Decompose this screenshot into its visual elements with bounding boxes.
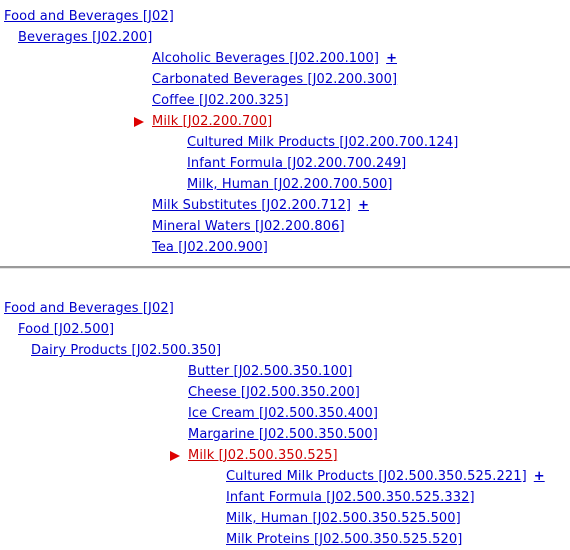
tree-node-link[interactable]: Cheese [J02.500.350.200] [188, 385, 360, 400]
tree-node-link[interactable]: Carbonated Beverages [J02.200.300] [152, 72, 397, 87]
tree-node: Cheese [J02.500.350.200] [188, 382, 360, 403]
tree-node: Milk, Human [J02.500.350.525.500] [226, 508, 461, 529]
tree-node-link[interactable]: Infant Formula [J02.500.350.525.332] [226, 490, 475, 505]
expand-node-plus-icon[interactable]: + [358, 198, 369, 213]
tree-node-link[interactable]: Mineral Waters [J02.200.806] [152, 219, 345, 234]
tree-node-link[interactable]: Infant Formula [J02.200.700.249] [187, 156, 406, 171]
tree-node-link[interactable]: Milk, Human [J02.500.350.525.500] [226, 511, 461, 526]
tree-node: Cultured Milk Products [J02.200.700.124] [187, 132, 458, 153]
tree-node: Milk [J02.200.700] [134, 111, 272, 132]
tree-node-link[interactable]: Cultured Milk Products [J02.200.700.124] [187, 135, 458, 150]
tree-block-2: Food and Beverages [J02] Food [J02.500] Da… [0, 291, 570, 550]
tree-row: Milk Substitutes [J02.200.712] + [0, 195, 570, 216]
tree-node: Milk, Human [J02.200.700.500] [187, 174, 393, 195]
tree-row: Milk Proteins [J02.500.350.525.520] [0, 529, 570, 550]
tree-node: Dairy Products [J02.500.350] [31, 340, 221, 361]
tree-row: Milk [J02.200.700] [0, 111, 570, 132]
tree-node: Alcoholic Beverages [J02.200.100] + [152, 48, 397, 69]
tree-row: Infant Formula [J02.500.350.525.332] [0, 487, 570, 508]
tree-node: Food and Beverages [J02] [4, 6, 174, 27]
tree-row: Margarine [J02.500.350.500] [0, 424, 570, 445]
tree-node-link[interactable]: Coffee [J02.200.325] [152, 93, 289, 108]
tree-row: Milk, Human [J02.200.700.500] [0, 174, 570, 195]
tree-node-link[interactable]: Butter [J02.500.350.100] [188, 364, 353, 379]
tree-row: Milk [J02.500.350.525] [0, 445, 570, 466]
tree-node: Butter [J02.500.350.100] [188, 361, 353, 382]
tree-row: Infant Formula [J02.200.700.249] [0, 153, 570, 174]
tree-block-1: Food and Beverages [J02] Beverages [J02.2… [0, 0, 570, 258]
tree-node-link[interactable]: Tea [J02.200.900] [152, 240, 268, 255]
tree-node: Carbonated Beverages [J02.200.300] [152, 69, 397, 90]
tree-row: Dairy Products [J02.500.350] [0, 340, 570, 361]
tree-node-link[interactable]: Ice Cream [J02.500.350.400] [188, 406, 378, 421]
tree-row: Tea [J02.200.900] [0, 237, 570, 258]
tree-node-link[interactable]: Dairy Products [J02.500.350] [31, 343, 221, 358]
divider-spacer [0, 269, 570, 291]
tree-row: Cultured Milk Products [J02.200.700.124] [0, 132, 570, 153]
tree-node: Beverages [J02.200] [18, 27, 152, 48]
tree-node: Margarine [J02.500.350.500] [188, 424, 378, 445]
tree-node-link-current[interactable]: Milk [J02.500.350.525] [188, 448, 338, 463]
tree-row: Cheese [J02.500.350.200] [0, 382, 570, 403]
tree-node: Milk Proteins [J02.500.350.525.520] [226, 529, 462, 550]
tree-node: Food and Beverages [J02] [4, 298, 174, 319]
tree-node-link[interactable]: Alcoholic Beverages [J02.200.100] [152, 51, 379, 66]
tree-node: Mineral Waters [J02.200.806] [152, 216, 345, 237]
tree-row: Butter [J02.500.350.100] [0, 361, 570, 382]
tree-node: Milk [J02.500.350.525] [170, 445, 338, 466]
tree-node-link[interactable]: Food [J02.500] [18, 322, 114, 337]
tree-row: Coffee [J02.200.325] [0, 90, 570, 111]
tree-node: Milk Substitutes [J02.200.712] + [152, 195, 369, 216]
tree-row: Milk, Human [J02.500.350.525.500] [0, 508, 570, 529]
tree-node-link[interactable]: Food and Beverages [J02] [4, 9, 174, 24]
tree-row: Food and Beverages [J02] [0, 298, 570, 319]
tree-row: Cultured Milk Products [J02.500.350.525.… [0, 466, 570, 487]
tree-node-link[interactable]: Milk Proteins [J02.500.350.525.520] [226, 532, 462, 547]
expand-node-plus-icon[interactable]: + [386, 51, 397, 66]
tree-node: Infant Formula [J02.500.350.525.332] [226, 487, 475, 508]
tree-node: Ice Cream [J02.500.350.400] [188, 403, 378, 424]
tree-node: Infant Formula [J02.200.700.249] [187, 153, 406, 174]
tree-node-link[interactable]: Cultured Milk Products [J02.500.350.525.… [226, 469, 527, 484]
tree-row: Mineral Waters [J02.200.806] [0, 216, 570, 237]
tree-row: Beverages [J02.200] [0, 27, 570, 48]
tree-node-link[interactable]: Margarine [J02.500.350.500] [188, 427, 378, 442]
tree-row: Ice Cream [J02.500.350.400] [0, 403, 570, 424]
current-node-arrow-icon [170, 450, 180, 461]
tree-node-link-current[interactable]: Milk [J02.200.700] [152, 114, 272, 129]
tree-row: Alcoholic Beverages [J02.200.100] + [0, 48, 570, 69]
tree-node-link[interactable]: Milk, Human [J02.200.700.500] [187, 177, 393, 192]
tree-row: Carbonated Beverages [J02.200.300] [0, 69, 570, 90]
current-node-arrow-icon [134, 116, 144, 127]
tree-node-link[interactable]: Milk Substitutes [J02.200.712] [152, 198, 351, 213]
tree-node: Coffee [J02.200.325] [152, 90, 289, 111]
tree-node-link[interactable]: Beverages [J02.200] [18, 30, 152, 45]
tree-node: Food [J02.500] [18, 319, 114, 340]
tree-row: Food and Beverages [J02] [0, 6, 570, 27]
mesh-tree-browser: Food and Beverages [J02] Beverages [J02.2… [0, 0, 570, 550]
expand-node-plus-icon[interactable]: + [534, 469, 545, 484]
tree-node: Tea [J02.200.900] [152, 237, 268, 258]
tree-node: Cultured Milk Products [J02.500.350.525.… [226, 466, 545, 487]
tree-row: Food [J02.500] [0, 319, 570, 340]
tree-node-link[interactable]: Food and Beverages [J02] [4, 301, 174, 316]
